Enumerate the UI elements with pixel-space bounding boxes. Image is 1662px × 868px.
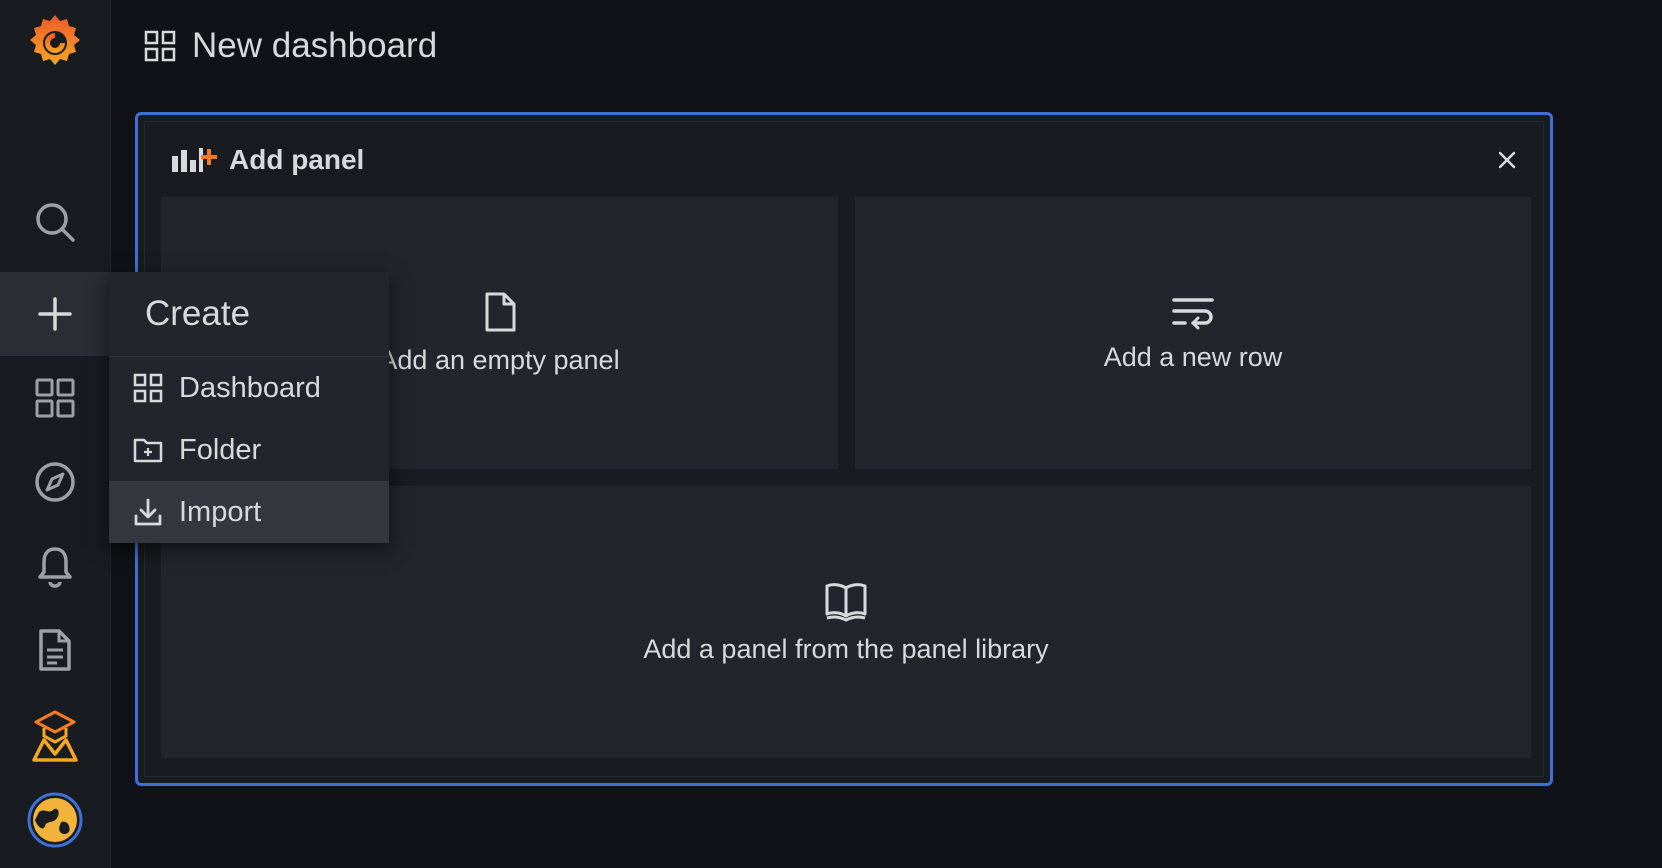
page-header: New dashboard	[144, 26, 437, 66]
globe-avatar-icon	[27, 792, 83, 848]
import-icon	[134, 498, 162, 526]
close-icon	[1498, 151, 1516, 169]
page-title[interactable]: New dashboard	[192, 26, 437, 66]
book-icon	[825, 582, 867, 622]
add-new-row-button[interactable]: Add a new row	[855, 197, 1531, 469]
sidebar	[0, 0, 111, 868]
menu-item-folder[interactable]: Folder	[109, 419, 389, 481]
sidebar-item-create[interactable]	[0, 272, 110, 356]
compass-icon	[35, 462, 75, 502]
dashboards-icon	[35, 378, 75, 418]
plugin-app-icon	[32, 710, 78, 762]
file-icon	[485, 292, 515, 331]
create-menu-title[interactable]: Create	[145, 294, 250, 334]
create-menu: Create Dashboard Folder Import	[109, 272, 389, 543]
add-empty-panel-label: Add an empty panel	[379, 344, 620, 375]
menu-item-import[interactable]: Import	[109, 481, 389, 543]
search-icon	[36, 203, 75, 242]
create-menu-header: Create	[109, 272, 389, 357]
sidebar-item-search[interactable]	[0, 180, 110, 264]
dashboard-grid-icon	[144, 30, 176, 62]
menu-item-label: Dashboard	[179, 371, 321, 404]
close-button[interactable]	[1495, 148, 1519, 172]
add-new-row-label: Add a new row	[1103, 341, 1283, 372]
add-panel-header: Add panel	[171, 144, 364, 176]
menu-item-dashboard[interactable]: Dashboard	[109, 357, 389, 419]
sidebar-item-app-plugin[interactable]	[0, 694, 110, 778]
user-avatar[interactable]	[0, 778, 110, 862]
sidebar-item-explore[interactable]	[0, 440, 110, 524]
add-panel-title: Add panel	[229, 144, 365, 175]
sidebar-item-alerting[interactable]	[0, 524, 110, 608]
add-library-panel-label: Add a panel from the panel library	[643, 633, 1049, 664]
document-icon	[39, 629, 71, 671]
folder-plus-icon	[133, 438, 163, 463]
menu-item-label: Import	[179, 495, 262, 528]
plus-icon	[38, 297, 72, 331]
sidebar-item-reports[interactable]	[0, 608, 110, 692]
grafana-logo-icon[interactable]	[0, 0, 110, 84]
sidebar-item-dashboards[interactable]	[0, 356, 110, 440]
wrap-lines-icon	[1172, 297, 1214, 329]
menu-item-label: Folder	[179, 433, 262, 466]
bell-icon	[38, 547, 72, 588]
add-panel-icon	[172, 148, 217, 172]
dashboard-grid-icon	[133, 373, 163, 403]
